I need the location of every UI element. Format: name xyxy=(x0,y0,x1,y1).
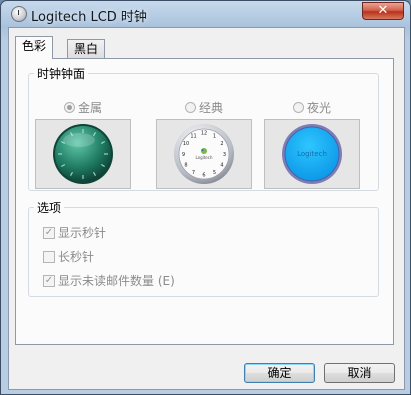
svg-text:11: 11 xyxy=(190,133,196,139)
svg-text:2: 2 xyxy=(220,141,223,147)
ok-button[interactable]: 确定 xyxy=(244,363,315,383)
preview-metal[interactable] xyxy=(35,119,131,189)
clock-face-group-title: 时钟钟面 xyxy=(34,65,89,82)
clock-icon xyxy=(11,6,27,22)
tab-color[interactable]: 色彩 xyxy=(15,36,54,59)
face-option-classic[interactable]: 经典 12 1 2 3 4 5 6 7 8 9 10 11 Logitech xyxy=(156,98,252,189)
svg-text:1: 1 xyxy=(213,133,216,139)
classic-clock-icon: 12 12 345 678 91011 Logitech xyxy=(174,124,234,184)
radio-night-indicator[interactable] xyxy=(292,101,304,113)
radio-classic-label: 经典 xyxy=(198,100,223,115)
radio-metal[interactable]: 金属 xyxy=(35,98,131,116)
radio-classic-indicator[interactable] xyxy=(184,101,196,113)
long-second-hand-option[interactable]: 长秒针 xyxy=(43,248,94,265)
window-title: Logitech LCD 时钟 xyxy=(31,10,147,25)
close-button[interactable]: ✕ xyxy=(362,2,404,20)
tab-monochrome[interactable]: 黑白 xyxy=(67,39,106,59)
show-second-hand-option[interactable]: ✓ 显示秒针 xyxy=(43,224,106,241)
options-group: 选项 ✓ 显示秒针 长秒针 ✓ 显示未读邮件数量 (E) xyxy=(28,199,379,297)
svg-text:4: 4 xyxy=(220,162,223,168)
svg-text:7: 7 xyxy=(192,170,195,176)
face-option-night[interactable]: 夜光 Logitech xyxy=(264,98,360,189)
svg-text:3: 3 xyxy=(223,152,226,158)
dialog-window: Logitech LCD 时钟 ✕ 色彩 黑白 时钟钟面 金属 经典 12 1 … xyxy=(0,0,411,395)
svg-text:12: 12 xyxy=(201,131,207,137)
title-bar[interactable]: Logitech LCD 时钟 ✕ xyxy=(1,1,410,27)
svg-text:9: 9 xyxy=(182,152,185,158)
night-logo-text: Logitech xyxy=(297,150,327,158)
show-second-hand-checkbox[interactable]: ✓ xyxy=(43,226,55,239)
radio-metal-label: 金属 xyxy=(77,100,102,115)
preview-classic[interactable]: 12 1 2 345 678 9 10 11 Logitech xyxy=(156,119,252,189)
long-second-hand-checkbox[interactable] xyxy=(43,250,55,263)
show-unread-mail-option[interactable]: ✓ 显示未读邮件数量 (E) xyxy=(43,272,175,289)
svg-text:8: 8 xyxy=(184,162,187,168)
long-second-hand-label: 长秒针 xyxy=(58,250,95,264)
night-clock-icon: Logitech xyxy=(282,124,342,184)
metal-clock-icon xyxy=(53,124,113,184)
clock-face-group: 时钟钟面 金属 经典 12 1 2 3 4 5 6 7 8 9 10 11 Lo… xyxy=(28,65,379,191)
radio-night-label: 夜光 xyxy=(306,100,331,115)
options-group-title: 选项 xyxy=(34,199,65,216)
show-second-hand-label: 显示秒针 xyxy=(58,226,107,240)
show-unread-mail-label: 显示未读邮件数量 (E) xyxy=(58,274,175,288)
radio-classic[interactable]: 经典 xyxy=(156,98,252,116)
radio-night[interactable]: 夜光 xyxy=(264,98,360,116)
svg-text:6: 6 xyxy=(202,173,205,179)
show-unread-mail-checkbox[interactable]: ✓ xyxy=(43,274,55,287)
radio-metal-indicator[interactable] xyxy=(63,101,75,113)
dialog-client-area: 色彩 黑白 时钟钟面 金属 经典 12 1 2 3 4 5 6 7 8 9 10… xyxy=(8,27,405,390)
face-option-metal[interactable]: 金属 xyxy=(35,98,131,189)
classic-logo-text: Logitech xyxy=(195,155,212,160)
preview-night[interactable]: Logitech xyxy=(264,119,360,189)
svg-text:5: 5 xyxy=(213,170,216,176)
svg-text:10: 10 xyxy=(183,141,189,147)
tab-panel: 时钟钟面 金属 经典 12 1 2 3 4 5 6 7 8 9 10 11 Lo… xyxy=(15,58,394,345)
cancel-button[interactable]: 取消 xyxy=(324,363,395,383)
